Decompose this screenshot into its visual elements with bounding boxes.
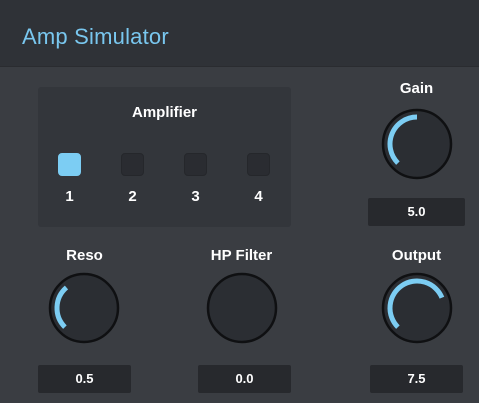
output-value-display[interactable]: 7.5 — [370, 365, 463, 393]
amplifier-select-4-button[interactable] — [247, 153, 270, 176]
amplifier-option-2-label: 2 — [128, 188, 137, 205]
amplifier-panel: Amplifier 1 2 3 4 — [38, 87, 291, 227]
reso-knob[interactable] — [46, 270, 122, 346]
output-knob-graphic — [381, 272, 453, 344]
output-knob[interactable] — [379, 270, 455, 346]
amplifier-select-1-button[interactable] — [58, 153, 81, 176]
amplifier-option-1-label: 1 — [65, 188, 74, 205]
amplifier-option-3-label: 3 — [191, 188, 200, 205]
hp-filter-label: HP Filter — [210, 247, 273, 264]
header-bar: Amp Simulator — [0, 0, 479, 67]
amplifier-option-4-label: 4 — [254, 188, 263, 205]
amplifier-select-2-button[interactable] — [121, 153, 144, 176]
gain-knob-graphic — [381, 108, 453, 180]
gain-knob[interactable] — [379, 106, 455, 182]
gain-value-display[interactable]: 5.0 — [368, 198, 465, 226]
hp-filter-knob-graphic — [206, 272, 278, 344]
reso-value-display[interactable]: 0.5 — [38, 365, 131, 393]
amplifier-select-3-button[interactable] — [184, 153, 207, 176]
reso-knob-graphic — [48, 272, 120, 344]
app-title: Amp Simulator — [22, 24, 169, 49]
amplifier-label: Amplifier — [131, 104, 197, 121]
gain-label: Gain — [399, 80, 434, 97]
output-knob-body — [381, 272, 453, 344]
reso-label: Reso — [66, 247, 103, 264]
hp-filter-knob[interactable] — [204, 270, 280, 346]
reso-knob-body — [48, 272, 120, 344]
hp-filter-knob-body — [206, 272, 278, 344]
gain-knob-body — [381, 108, 453, 180]
hp-filter-value-display[interactable]: 0.0 — [198, 365, 291, 393]
output-label: Output — [391, 247, 442, 264]
